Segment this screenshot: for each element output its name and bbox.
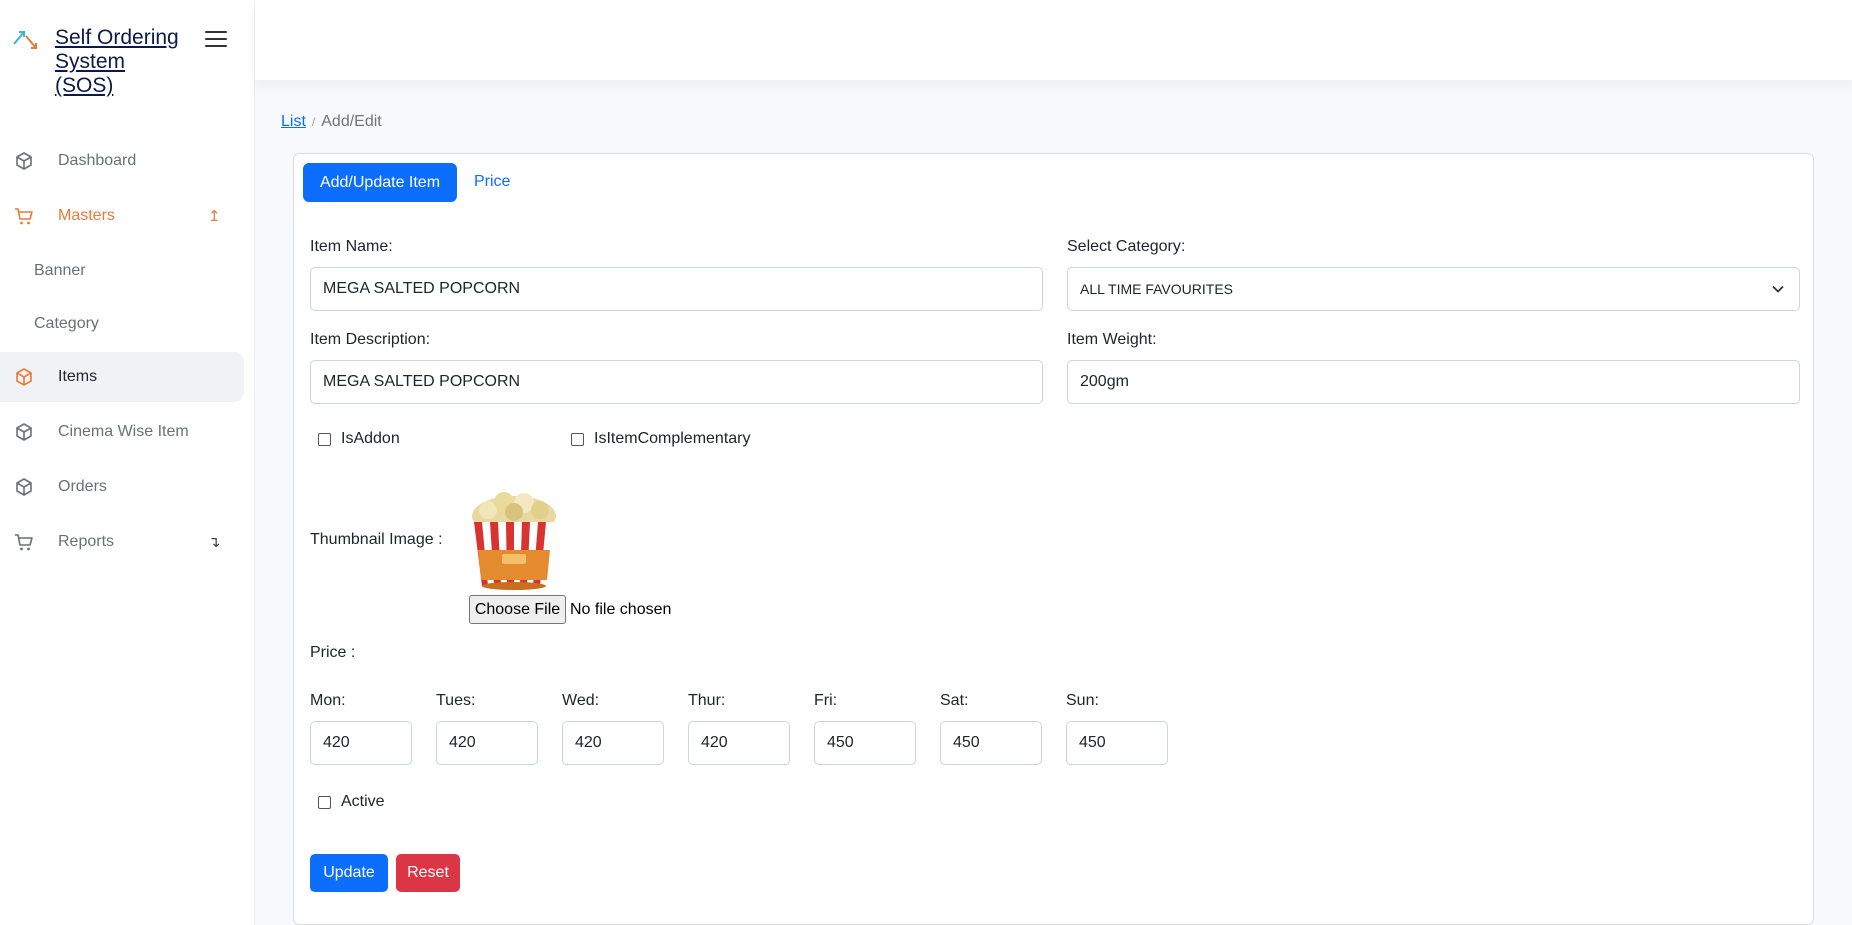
sidebar-item-label: Items (58, 368, 98, 385)
tab-price[interactable]: Price (474, 173, 510, 191)
sidebar-item-category[interactable]: Category (34, 315, 99, 333)
active-option: Active (318, 793, 385, 811)
sidebar: Self Ordering System (SOS) Dashboard Mas… (0, 0, 255, 925)
is-addon-label: IsAddon (341, 430, 400, 447)
item-name-value: MEGA SALTED POPCORN (323, 280, 521, 297)
box-icon (16, 368, 32, 386)
price-input-sun[interactable]: 450 (1066, 721, 1168, 765)
price-day-label-sun: Sun: (1066, 692, 1099, 709)
tab-add-update-item[interactable]: Add/Update Item (303, 163, 457, 202)
active-label: Active (341, 793, 385, 810)
price-day-label-mon: Mon: (310, 692, 346, 709)
price-value: 420 (323, 734, 350, 751)
expand-arrow-icon: ↴ (208, 534, 221, 551)
logo-arrows-icon (13, 31, 37, 49)
price-input-mon[interactable]: 420 (310, 721, 412, 765)
breadcrumb: List / Add/Edit (281, 113, 382, 131)
sidebar-item-reports[interactable]: Reports ↴ (0, 517, 244, 567)
price-input-fri[interactable]: 450 (814, 721, 916, 765)
active-checkbox[interactable] (318, 795, 331, 809)
file-status-text: No file chosen (570, 601, 672, 618)
is-addon-option: IsAddon (318, 430, 400, 448)
cart-icon (15, 534, 33, 551)
description-label: Item Description: (310, 331, 431, 348)
price-value: 420 (449, 734, 476, 751)
category-select[interactable]: ALL TIME FAVOURITES (1067, 267, 1800, 311)
popcorn-thumbnail-image (472, 492, 556, 590)
price-label: Price : (310, 644, 356, 661)
price-day-label-wed: Wed: (562, 692, 600, 709)
chevron-down-icon (1772, 285, 1784, 293)
menu-toggle-icon[interactable] (205, 31, 227, 49)
item-form-card: Add/Update Item Price Item Name: MEGA SA… (293, 153, 1814, 925)
is-complementary-label: IsItemComplementary (594, 430, 751, 447)
breadcrumb-separator: / (311, 115, 316, 129)
is-complementary-option: IsItemComplementary (571, 430, 751, 448)
category-value: ALL TIME FAVOURITES (1080, 281, 1234, 297)
sidebar-item-masters[interactable]: Masters ↥ (0, 191, 244, 241)
sidebar-item-label: Dashboard (58, 152, 137, 169)
update-button[interactable]: Update (310, 854, 388, 892)
reset-button[interactable]: Reset (396, 854, 460, 892)
price-day-label-thur: Thur: (688, 692, 726, 709)
weight-value: 200gm (1080, 373, 1129, 390)
weight-input[interactable]: 200gm (1067, 360, 1800, 404)
sidebar-item-label: Cinema Wise Item (58, 423, 189, 440)
box-icon (16, 152, 32, 170)
price-value: 450 (827, 734, 854, 751)
breadcrumb-current: Add/Edit (321, 113, 382, 130)
price-day-label-sat: Sat: (940, 692, 969, 709)
description-value: MEGA SALTED POPCORN (323, 373, 521, 390)
choose-file-button[interactable]: Choose File (469, 595, 566, 624)
item-name-label: Item Name: (310, 238, 393, 255)
sidebar-item-dashboard[interactable]: Dashboard (0, 136, 244, 186)
price-value: 450 (1079, 734, 1106, 751)
price-value: 420 (575, 734, 602, 751)
price-value: 420 (701, 734, 728, 751)
price-day-label-fri: Fri: (814, 692, 838, 709)
box-icon (16, 423, 32, 441)
sidebar-item-label: Reports (58, 533, 115, 550)
sidebar-item-cinema-wise-item[interactable]: Cinema Wise Item (0, 407, 244, 457)
sidebar-item-label: Orders (58, 478, 107, 495)
price-value: 450 (953, 734, 980, 751)
cart-icon (15, 208, 33, 225)
price-input-tues[interactable]: 420 (436, 721, 538, 765)
box-icon (16, 478, 32, 496)
is-complementary-checkbox[interactable] (571, 432, 584, 446)
item-name-input[interactable]: MEGA SALTED POPCORN (310, 267, 1043, 311)
sidebar-item-items[interactable]: Items (0, 352, 244, 402)
description-input[interactable]: MEGA SALTED POPCORN (310, 360, 1043, 404)
price-day-label-tues: Tues: (436, 692, 476, 709)
is-addon-checkbox[interactable] (318, 432, 331, 446)
sidebar-item-orders[interactable]: Orders (0, 462, 244, 512)
price-input-thur[interactable]: 420 (688, 721, 790, 765)
sidebar-item-label: Masters (58, 207, 115, 224)
weight-label: Item Weight: (1067, 331, 1157, 348)
price-input-wed[interactable]: 420 (562, 721, 664, 765)
category-label: Select Category: (1067, 238, 1186, 255)
breadcrumb-link-list[interactable]: List (281, 113, 306, 130)
app-title[interactable]: Self Ordering System (SOS) (55, 26, 185, 98)
price-input-sat[interactable]: 450 (940, 721, 1042, 765)
thumbnail-label: Thumbnail Image : (310, 531, 443, 548)
collapse-arrow-icon: ↥ (208, 208, 221, 225)
top-header (255, 0, 1852, 80)
sidebar-item-banner[interactable]: Banner (34, 262, 86, 280)
